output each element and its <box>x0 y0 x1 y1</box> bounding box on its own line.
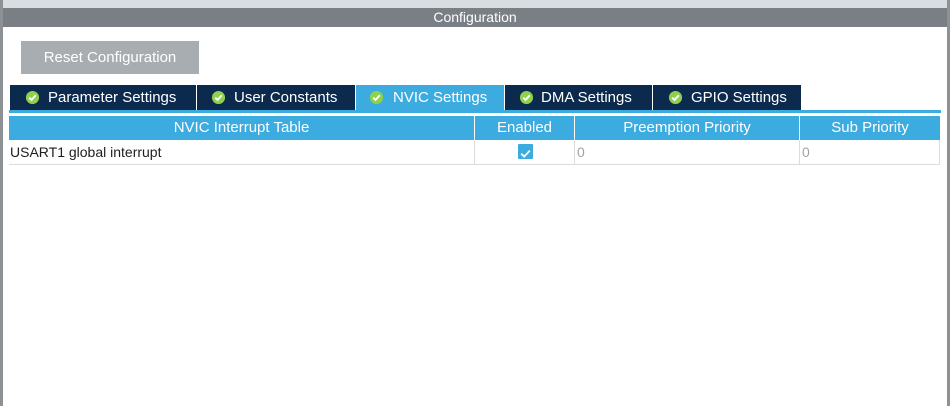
reset-configuration-button[interactable]: Reset Configuration <box>21 41 199 74</box>
checkmark-icon <box>520 149 531 158</box>
sub-priority-field[interactable]: 0 <box>799 140 940 164</box>
tab-label: GPIO Settings <box>691 89 787 106</box>
tab-underline <box>9 110 941 113</box>
check-circle-icon <box>369 90 384 105</box>
title-bar: Configuration <box>3 0 947 27</box>
enabled-checkbox[interactable] <box>518 144 533 159</box>
nvic-interrupt-table: NVIC Interrupt Table Enabled Preemption … <box>9 116 940 165</box>
check-circle-icon <box>668 90 683 105</box>
tab-parameter-settings[interactable]: Parameter Settings <box>10 85 196 110</box>
tab-dma-settings[interactable]: DMA Settings <box>505 85 652 110</box>
tab-label: Parameter Settings <box>48 89 177 106</box>
check-circle-icon <box>519 90 534 105</box>
interrupt-name-cell: USART1 global interrupt <box>10 144 162 160</box>
column-header-interrupt[interactable]: NVIC Interrupt Table <box>9 116 474 140</box>
column-header-preemption-priority[interactable]: Preemption Priority <box>575 116 799 140</box>
tab-gpio-settings[interactable]: GPIO Settings <box>653 85 801 110</box>
column-header-sub-priority[interactable]: Sub Priority <box>800 116 940 140</box>
tab-label: User Constants <box>234 89 338 106</box>
enabled-cell <box>474 140 575 164</box>
tab-nvic-settings[interactable]: NVIC Settings <box>356 85 504 110</box>
tab-label: DMA Settings <box>541 89 632 106</box>
window-frame-left <box>0 0 3 406</box>
check-circle-icon <box>25 90 40 105</box>
tab-label: NVIC Settings <box>393 89 488 106</box>
tab-user-constants[interactable]: User Constants <box>197 85 355 110</box>
preemption-priority-field[interactable]: 0 <box>574 140 800 164</box>
check-circle-icon <box>211 90 226 105</box>
table-row[interactable]: USART1 global interrupt 0 0 <box>9 140 940 165</box>
table-header-row: NVIC Interrupt Table Enabled Preemption … <box>9 116 940 140</box>
window-title: Configuration <box>3 8 947 27</box>
column-header-enabled[interactable]: Enabled <box>475 116 574 140</box>
